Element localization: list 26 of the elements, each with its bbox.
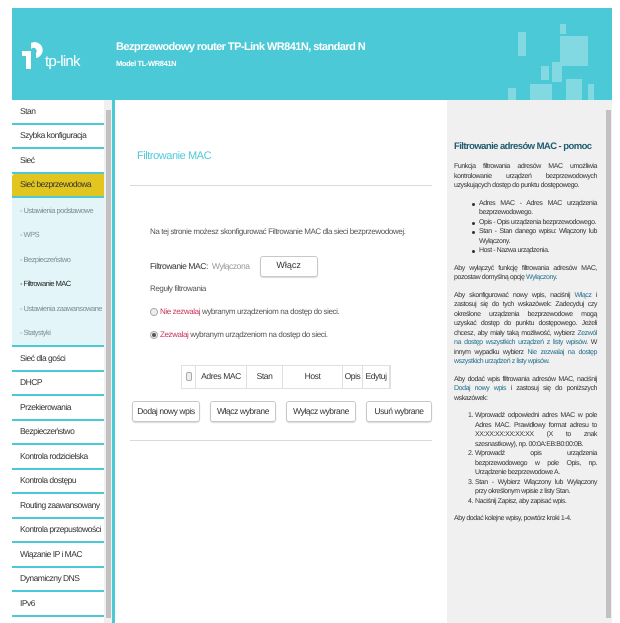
column-header: Stan <box>247 366 283 388</box>
logo-text: tp-link <box>45 54 80 69</box>
logo-icon <box>22 39 44 69</box>
column-header: Edytuj <box>363 366 390 388</box>
sidebar-item[interactable]: Sieć bezprzewodowa <box>12 174 104 198</box>
column-header: Adres MAC <box>196 366 247 388</box>
radio-label: Zezwalaj wybranym urządzeniom na dostęp do sieci. <box>160 328 328 340</box>
status-text: Wyłączona <box>212 260 250 272</box>
field-label: Filtrowanie MAC: <box>150 260 208 272</box>
router-title: Bezprzewodowy router TP-Link WR841N, standard N <box>116 40 366 55</box>
action-button[interactable]: Usuń wybrane <box>366 400 432 422</box>
column-header: Opis <box>343 366 363 388</box>
intro-text: Na tej stronie możesz skonfigurować Filtrowanie MAC dla sieci bezprzewodowej. <box>149 226 407 238</box>
action-button[interactable]: Dodaj nowy wpis <box>132 400 200 422</box>
page-title: Filtrowanie MAC <box>136 149 212 164</box>
radio-button[interactable] <box>150 330 158 338</box>
action-button[interactable]: Wyłącz wybrane <box>286 400 356 422</box>
enable-button[interactable]: Włącz <box>260 256 318 276</box>
action-button[interactable]: Włącz wybrane <box>210 400 276 422</box>
radio-button[interactable] <box>150 308 158 316</box>
scrollbar[interactable] <box>104 100 112 623</box>
checkbox[interactable] <box>186 372 192 381</box>
radio-label: Nie zezwalaj wybranym urządzeniom na dostęp do sieci. <box>160 306 340 318</box>
column-header: Host <box>283 366 343 388</box>
help-title: Filtrowanie adresów MAC - pomoc <box>454 140 593 154</box>
section-label: Reguły filtrowania <box>149 282 208 294</box>
